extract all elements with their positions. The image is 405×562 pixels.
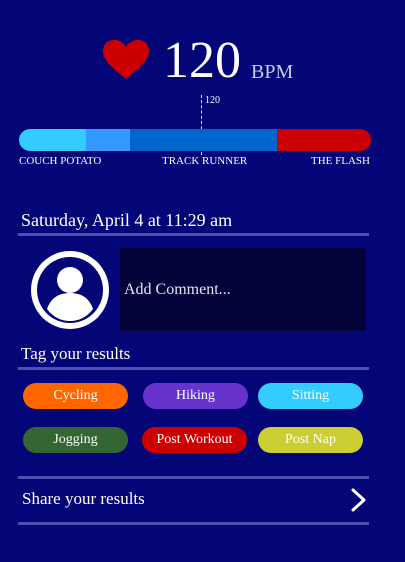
heart-rate-range-bar	[19, 129, 371, 151]
tag-sitting-button[interactable]: Sitting	[258, 383, 363, 409]
divider	[18, 476, 369, 479]
heart-icon	[103, 40, 149, 80]
divider	[18, 233, 369, 236]
measurement-date: Saturday, April 4 at 11:29 am	[21, 210, 233, 230]
range-segment-low	[19, 129, 86, 151]
range-marker-label: 120	[205, 95, 220, 106]
chevron-right-icon	[349, 488, 367, 512]
share-results-label: Share your results	[22, 489, 145, 508]
range-segment-light	[86, 129, 130, 151]
range-label-track-runner: TRACK RUNNER	[162, 155, 248, 167]
range-segment-moderate	[130, 129, 277, 151]
bpm-value: 120	[163, 32, 241, 89]
divider	[18, 367, 369, 370]
tag-post-workout-button[interactable]: Post Workout	[142, 427, 247, 453]
range-label-the-flash: THE FLASH	[311, 155, 370, 167]
tag-hiking-button[interactable]: Hiking	[143, 383, 248, 409]
comment-input[interactable]	[120, 248, 366, 331]
range-segment-high	[277, 129, 371, 151]
share-results-button[interactable]: Share your results	[18, 481, 369, 519]
tag-jogging-button[interactable]: Jogging	[23, 427, 128, 453]
range-label-couch-potato: COUCH POTATO	[19, 155, 102, 167]
user-avatar-icon	[31, 251, 109, 329]
tag-post-nap-button[interactable]: Post Nap	[258, 427, 363, 453]
tag-heading: Tag your results	[21, 344, 131, 363]
bpm-unit: BPM	[251, 61, 294, 83]
tag-cycling-button[interactable]: Cycling	[23, 383, 128, 409]
divider	[18, 522, 369, 525]
